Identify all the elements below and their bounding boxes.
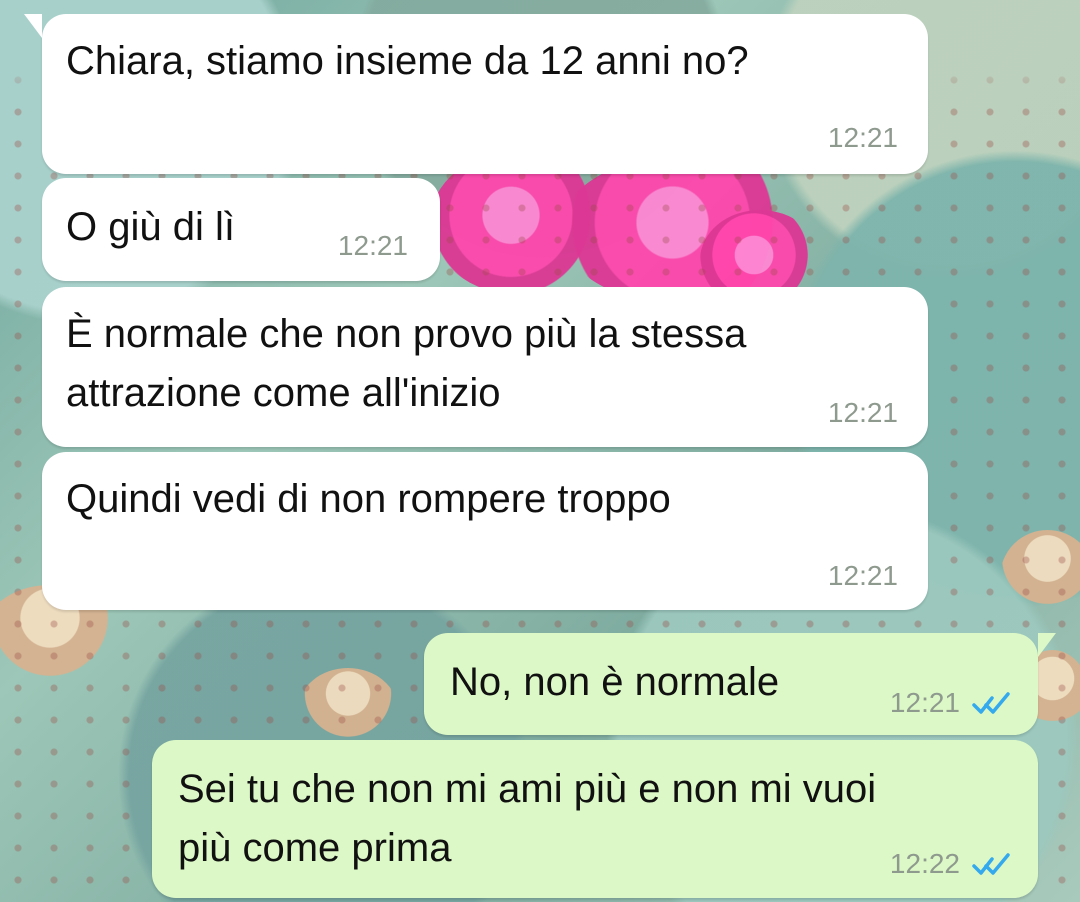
message-meta: 12:21 — [828, 399, 898, 427]
message-meta: 12:21 — [828, 124, 898, 152]
message-text: Chiara, stiamo insieme da 12 anni no? — [66, 39, 749, 83]
incoming-message-bubble[interactable]: Chiara, stiamo insieme da 12 anni no? 12… — [24, 14, 928, 174]
message-time: 12:21 — [827, 397, 898, 428]
message-meta: 12:21 — [338, 232, 408, 260]
double-check-read-icon — [972, 853, 1010, 875]
message-text: No, non è normale — [450, 660, 780, 704]
message-text: O giù di lì — [66, 205, 235, 249]
incoming-message-bubble[interactable]: È normale che non provo più la stessa at… — [42, 287, 928, 447]
outgoing-message-bubble[interactable]: No, non è normale 12:21 — [424, 633, 1056, 735]
incoming-message-bubble[interactable]: Quindi vedi di non rompere troppo 12:21 — [42, 452, 928, 610]
message-text: È normale che non provo più la stessa at… — [66, 312, 747, 415]
message-meta: 12:22 — [890, 850, 1014, 878]
chat-thread: Chiara, stiamo insieme da 12 anni no? 12… — [0, 0, 1080, 902]
message-text: Quindi vedi di non rompere troppo — [66, 477, 671, 521]
bubble-tail — [1038, 633, 1056, 657]
double-check-read-icon — [972, 692, 1010, 714]
incoming-message-bubble[interactable]: O giù di lì 12:21 — [42, 178, 440, 281]
message-meta: 12:21 — [890, 689, 1014, 717]
message-time: 12:21 — [889, 687, 960, 718]
message-time: 12:21 — [827, 122, 898, 153]
message-time: 12:22 — [889, 848, 960, 879]
message-text: Sei tu che non mi ami più e non mi vuoi … — [178, 767, 877, 870]
outgoing-message-bubble[interactable]: Sei tu che non mi ami più e non mi vuoi … — [152, 740, 1038, 898]
message-time: 12:21 — [337, 230, 408, 261]
bubble-tail — [24, 14, 42, 38]
message-meta: 12:21 — [828, 562, 898, 590]
message-time: 12:21 — [827, 560, 898, 591]
